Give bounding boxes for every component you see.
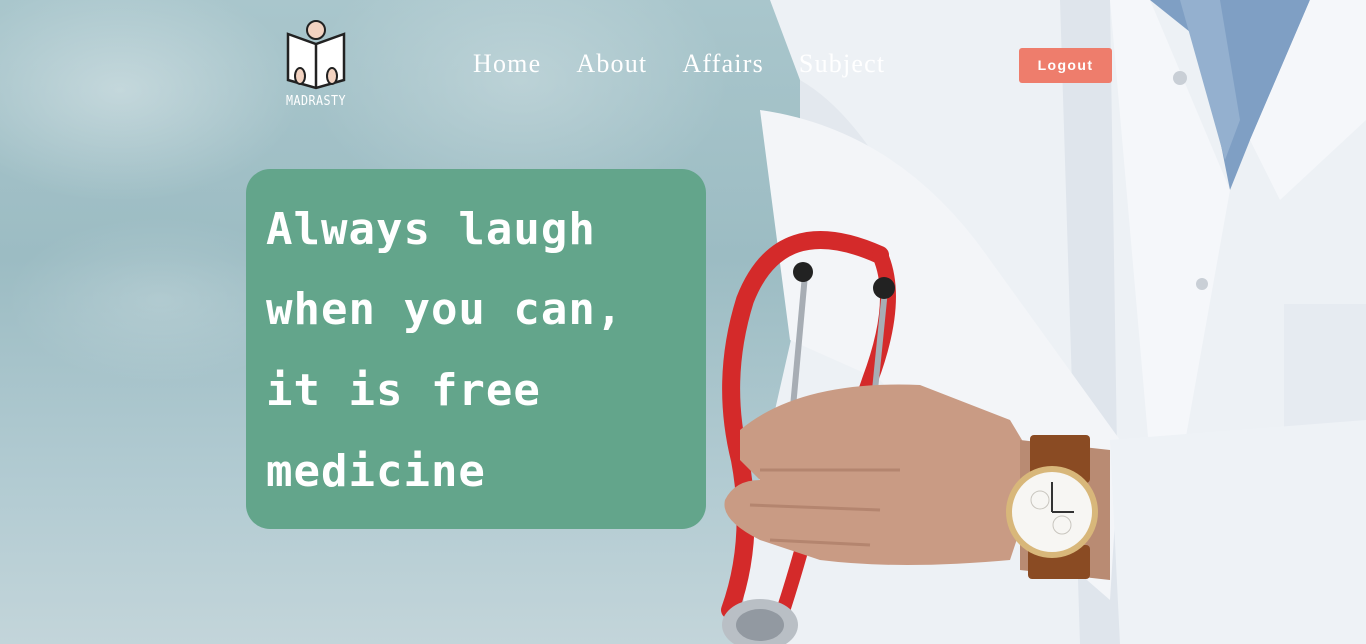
quote-line-2: when you can, (266, 284, 624, 335)
logo-text: MADRASTY (286, 94, 346, 109)
quote-card: Always laugh when you can, it is free me… (246, 169, 706, 529)
quote-line-3: it is free (266, 365, 541, 416)
logout-button[interactable]: Logout (1019, 48, 1112, 83)
hero-section: MADRASTY Home About Affairs Subject Logo… (0, 0, 1366, 644)
nav-home[interactable]: Home (473, 48, 541, 80)
nav-about[interactable]: About (576, 48, 647, 80)
nav-affairs[interactable]: Affairs (682, 48, 764, 80)
madrasty-logo[interactable]: MADRASTY (280, 20, 352, 114)
main-nav: Home About Affairs Subject (473, 48, 885, 80)
reading-figure-icon (286, 20, 346, 90)
nav-subject[interactable]: Subject (799, 48, 885, 80)
quote-line-1: Always laugh (266, 204, 596, 255)
quote-line-4: medicine (266, 446, 486, 497)
